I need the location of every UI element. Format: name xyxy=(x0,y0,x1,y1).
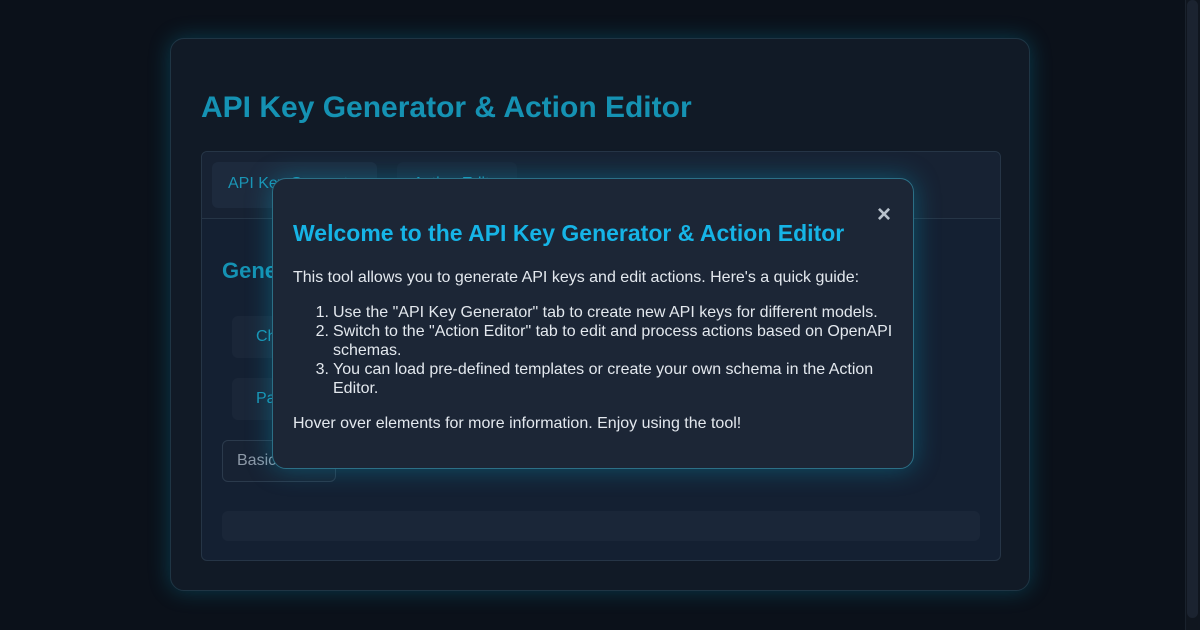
list-item: 1. Use the "API Key Generator" tab to cr… xyxy=(315,304,878,321)
welcome-modal: × Welcome to the API Key Generator & Act… xyxy=(272,178,914,469)
modal-outro: Hover over elements for more information… xyxy=(293,415,742,432)
modal-intro: This tool allows you to generate API key… xyxy=(293,269,860,286)
api-key-output[interactable] xyxy=(222,511,980,541)
list-item: 2. Switch to the "Action Editor" tab to … xyxy=(315,323,893,359)
list-item: 3. You can load pre-defined templates or… xyxy=(315,361,874,397)
modal-title: Welcome to the API Key Generator & Actio… xyxy=(293,220,845,246)
page-title: API Key Generator & Action Editor xyxy=(201,91,692,124)
close-icon[interactable]: × xyxy=(875,203,893,227)
guide-list: 1. Use the "API Key Generator" tab to cr… xyxy=(293,303,893,398)
guide-step-text: Use the "API Key Generator" tab to creat… xyxy=(333,304,878,321)
page-scrollbar[interactable] xyxy=(1185,0,1200,630)
scrollbar-thumb[interactable] xyxy=(1187,0,1198,618)
guide-step-text: Switch to the "Action Editor" tab to edi… xyxy=(333,323,893,359)
guide-step-text: You can load pre-defined templates or cr… xyxy=(333,361,874,397)
